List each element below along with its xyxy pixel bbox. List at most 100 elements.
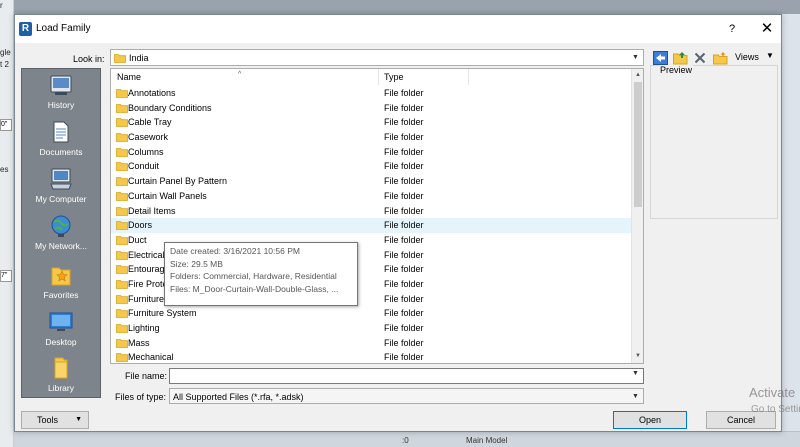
file-name: Electrical: [128, 249, 165, 260]
look-in-dropdown[interactable]: India ▼: [110, 49, 644, 66]
up-folder-icon: [672, 52, 687, 65]
place-label: History: [47, 100, 75, 110]
folder-icon: [116, 353, 128, 363]
file-row[interactable]: Conduit File folder: [111, 159, 631, 174]
file-row[interactable]: Detail Items File folder: [111, 204, 631, 219]
file-type: File folder: [384, 220, 424, 231]
preview-panel: Preview: [650, 65, 778, 219]
file-row[interactable]: Doors File folder: [111, 218, 631, 233]
files-of-type-label: Files of type:: [115, 392, 167, 402]
file-name: Mass: [128, 337, 150, 348]
chevron-down-icon[interactable]: ▼: [766, 51, 774, 60]
column-header-name[interactable]: Name ^: [111, 69, 379, 85]
folder-icon: [116, 162, 128, 172]
files-of-type-value: All Supported Files (*.rfa, *.adsk): [173, 392, 304, 402]
file-name: Columns: [128, 146, 164, 157]
file-row[interactable]: Annotations File folder: [111, 86, 631, 101]
scroll-down-icon[interactable]: ▼: [633, 351, 643, 362]
file-name: Boundary Conditions: [128, 102, 212, 113]
chevron-down-icon: ▼: [75, 416, 82, 423]
background-text-fragment: r: [0, 1, 3, 10]
open-button[interactable]: Open: [613, 411, 687, 429]
place-my-network[interactable]: My Network...: [22, 212, 100, 258]
file-type: File folder: [384, 293, 424, 304]
file-list: Name ^ Type Annotations File folder Bounda…: [110, 68, 644, 364]
library-icon: [54, 357, 68, 379]
background-field: 7": [0, 270, 12, 282]
places-bar: History Documents My Computer My Network…: [21, 68, 101, 398]
file-name: Conduit: [128, 161, 160, 172]
file-row[interactable]: Curtain Panel By Pattern File folder: [111, 174, 631, 189]
tooltip-files: Files: M_Door-Curtain-Wall-Double-Glass,…: [170, 283, 339, 294]
place-history[interactable]: History: [22, 71, 100, 117]
file-row[interactable]: Boundary Conditions File folder: [111, 101, 631, 116]
column-header-label: Name: [117, 72, 142, 82]
help-button[interactable]: ?: [722, 21, 742, 37]
revit-app-icon: R: [19, 22, 32, 36]
place-label: Library: [48, 383, 74, 393]
activate-windows-watermark: Activate: [749, 385, 796, 400]
file-row[interactable]: Lighting File folder: [111, 321, 631, 336]
close-button[interactable]: ✕: [757, 20, 777, 38]
folder-icon: [114, 54, 126, 63]
background-status-model: Main Model: [466, 436, 508, 445]
scrollbar-thumb[interactable]: [634, 82, 642, 207]
place-favorites[interactable]: Favorites: [22, 261, 100, 307]
file-type: File folder: [384, 102, 424, 113]
folder-icon: [116, 191, 128, 201]
folder-icon: [116, 206, 128, 216]
background-status-bar: :0 Main Model: [14, 431, 800, 447]
folder-icon: [116, 265, 128, 275]
vertical-scrollbar[interactable]: ▲ ▼: [631, 69, 643, 363]
computer-icon: [50, 168, 72, 190]
file-row[interactable]: Columns File folder: [111, 145, 631, 160]
place-my-computer[interactable]: My Computer: [22, 165, 100, 211]
file-name: Curtain Panel By Pattern: [128, 176, 228, 187]
file-name: Mechanical: [128, 352, 174, 363]
place-library[interactable]: Library: [22, 354, 100, 400]
file-row[interactable]: Casework File folder: [111, 130, 631, 145]
chevron-down-icon[interactable]: ▼: [630, 391, 641, 402]
folder-icon: [116, 294, 128, 304]
network-icon: [51, 215, 71, 237]
file-row[interactable]: Curtain Wall Panels File folder: [111, 189, 631, 204]
folder-icon: [116, 235, 128, 245]
file-type: File folder: [384, 323, 424, 333]
place-documents[interactable]: Documents: [22, 118, 100, 164]
delete-x-icon: [694, 52, 706, 64]
folder-icon: [116, 309, 128, 319]
place-desktop[interactable]: Desktop: [22, 308, 100, 354]
file-row[interactable]: Mass File folder: [111, 336, 631, 351]
chevron-down-icon[interactable]: ▼: [630, 52, 641, 63]
folder-icon: [116, 118, 128, 128]
scroll-up-icon[interactable]: ▲: [633, 70, 643, 81]
file-name-input[interactable]: [169, 368, 644, 384]
file-type: File folder: [384, 264, 424, 275]
column-header-type[interactable]: Type: [379, 69, 469, 85]
file-type: File folder: [384, 146, 424, 157]
file-type: File folder: [384, 88, 424, 98]
chevron-down-icon[interactable]: ▼: [632, 370, 639, 377]
file-name: Doors: [128, 220, 153, 231]
file-row[interactable]: Cable Tray File folder: [111, 115, 631, 130]
folder-icon: [116, 280, 128, 289]
file-type: File folder: [384, 278, 424, 289]
column-header-label: Type: [384, 72, 404, 82]
history-icon: [50, 75, 72, 95]
place-label: Documents: [39, 147, 83, 157]
background-text-fragment: t 2: [0, 60, 9, 69]
file-name: Duct: [128, 234, 147, 245]
background-field: 0": [0, 119, 12, 131]
file-type: File folder: [384, 234, 424, 245]
tooltip-folders: Folders: Commercial, Hardware, Residenti…: [170, 271, 337, 281]
views-menu[interactable]: Views: [735, 52, 759, 62]
dialog-title: Load Family: [36, 23, 91, 34]
files-of-type-dropdown[interactable]: All Supported Files (*.rfa, *.adsk) ▼: [169, 388, 644, 404]
file-row[interactable]: Mechanical File folder: [111, 350, 631, 363]
tools-button[interactable]: Tools ▼: [21, 411, 89, 429]
folder-icon: [116, 338, 128, 348]
file-row[interactable]: Furniture System File folder: [111, 306, 631, 321]
background-status-value: :0: [402, 436, 409, 445]
background-text-fragment: es: [0, 165, 9, 174]
file-name: Cable Tray: [128, 117, 172, 128]
